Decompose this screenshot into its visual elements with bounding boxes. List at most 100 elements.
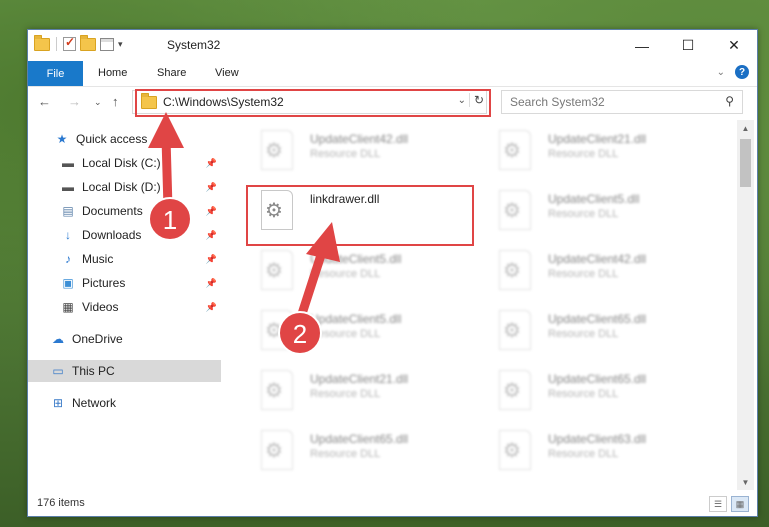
help-icon[interactable]: ? — [735, 65, 749, 79]
music-icon: ♪ — [65, 252, 71, 266]
details-view-icon[interactable]: ☰ — [709, 496, 727, 512]
file-type: Resource DLL — [310, 148, 381, 160]
search-icon: ⚲ — [725, 94, 734, 108]
file-name: UpdateClient21.dll — [548, 132, 647, 146]
file-name: UpdateClient65.dll — [548, 312, 647, 326]
sidebar-item-quick-access[interactable]: ★ Quick access — [28, 128, 221, 150]
ribbon: File Home Share View ⌄ ? — [28, 61, 757, 87]
file-name: UpdateClient5.dll — [310, 252, 402, 266]
dll-file-icon: ⚙ — [499, 430, 531, 470]
dll-file-icon: ⚙ — [261, 130, 293, 170]
list-item[interactable]: ⚙ UpdateClient63.dll Resource DLL — [485, 426, 715, 478]
tab-share[interactable]: Share — [157, 67, 186, 79]
sidebar-item-label: Downloads — [82, 228, 142, 242]
pin-icon[interactable]: 📌 — [206, 206, 217, 217]
vertical-scrollbar[interactable]: ▲ ▼ — [737, 120, 754, 490]
forward-arrow-icon[interactable]: → — [68, 94, 81, 109]
sidebar-item-onedrive[interactable]: ☁ OneDrive — [28, 328, 221, 350]
list-item[interactable]: ⚙ UpdateClient65.dll Resource DLL — [485, 306, 715, 358]
sidebar-item-local-disk-d[interactable]: ▬ Local Disk (D:) 📌 — [28, 176, 221, 198]
sidebar-item-this-pc[interactable]: ▭ This PC — [28, 360, 221, 382]
sidebar-item-downloads[interactable]: ↓ Downloads 📌 — [28, 224, 221, 246]
list-item[interactable]: ⚙ UpdateClient42.dll Resource DLL — [247, 126, 477, 178]
sidebar-item-music[interactable]: ♪ Music 📌 — [28, 248, 221, 270]
file-list: ⚙ UpdateClient42.dll Resource DLL ⚙ Upda… — [233, 126, 738, 486]
new-folder-icon[interactable] — [80, 34, 96, 51]
scroll-up-icon[interactable]: ▲ — [737, 120, 754, 136]
sidebar-item-label: Quick access — [76, 132, 148, 146]
dll-file-icon: ⚙ — [261, 430, 293, 470]
customize-dropdown-icon[interactable]: ▾ — [118, 39, 123, 50]
up-arrow-icon[interactable]: ↑ — [112, 94, 119, 109]
pin-icon[interactable]: 📌 — [206, 302, 217, 313]
pin-icon[interactable]: 📌 — [206, 182, 217, 193]
toolbar-divider — [56, 37, 57, 51]
network-icon: ⊞ — [52, 396, 64, 410]
scroll-down-icon[interactable]: ▼ — [737, 474, 754, 490]
item-count: 176 items — [37, 497, 85, 509]
file-type: Resource DLL — [548, 448, 619, 460]
list-item[interactable]: ⚙ UpdateClient65.dll Resource DLL — [247, 426, 477, 478]
pin-icon[interactable]: 📌 — [206, 158, 217, 169]
pin-icon[interactable]: 📌 — [206, 278, 217, 289]
quick-access-toolbar: ▾ — [34, 34, 123, 51]
search-input[interactable]: Search System32 ⚲ — [501, 90, 743, 114]
tab-home[interactable]: Home — [98, 67, 127, 79]
recent-locations-icon[interactable]: ⌄ — [94, 97, 102, 108]
minimize-button[interactable]: — — [619, 30, 665, 61]
list-item[interactable]: ⚙ UpdateClient21.dll Resource DLL — [247, 366, 477, 418]
dll-file-icon: ⚙ — [499, 130, 531, 170]
navigation-pane: ★ Quick access ▬ Local Disk (C:) 📌 ▬ Loc… — [28, 126, 221, 486]
file-highlight-box — [246, 185, 474, 246]
status-bar: 176 items ☰ ▦ — [28, 492, 757, 516]
ribbon-right-controls: ⌄ ? — [717, 65, 749, 79]
video-icon: ▦ — [62, 300, 74, 314]
pin-icon[interactable]: 📌 — [206, 230, 217, 241]
list-item[interactable]: ⚙ UpdateClient65.dll Resource DLL — [485, 366, 715, 418]
list-item[interactable]: ⚙ UpdateClient5.dll Resource DLL — [247, 306, 477, 358]
view-switcher: ☰ ▦ — [709, 496, 749, 512]
download-icon: ↓ — [65, 228, 71, 242]
dll-file-icon: ⚙ — [261, 310, 293, 350]
close-button[interactable]: ✕ — [711, 30, 757, 61]
file-name: UpdateClient42.dll — [310, 132, 409, 146]
window-controls: — ☐ ✕ — [619, 30, 757, 61]
documents-icon: ▤ — [62, 204, 74, 218]
scrollbar-thumb[interactable] — [740, 139, 751, 187]
file-type: Resource DLL — [548, 148, 619, 160]
cloud-icon: ☁ — [52, 332, 64, 346]
drive-icon: ▬ — [62, 156, 74, 170]
back-arrow-icon[interactable]: ← — [38, 94, 51, 109]
dll-file-icon: ⚙ — [499, 310, 531, 350]
search-placeholder: Search System32 — [510, 95, 605, 109]
tab-view[interactable]: View — [215, 67, 239, 79]
file-type: Resource DLL — [548, 328, 619, 340]
file-name: UpdateClient65.dll — [310, 432, 409, 446]
sidebar-item-network[interactable]: ⊞ Network — [28, 392, 221, 414]
drive-icon: ▬ — [62, 180, 74, 194]
sidebar-item-label: Local Disk (D:) — [82, 180, 161, 194]
window-title: System32 — [167, 38, 221, 52]
maximize-button[interactable]: ☐ — [665, 30, 711, 61]
tiles-view-icon[interactable]: ▦ — [731, 496, 749, 512]
list-item[interactable]: ⚙ UpdateClient5.dll Resource DLL — [485, 186, 715, 238]
file-type: Resource DLL — [310, 448, 381, 460]
file-type: Resource DLL — [548, 388, 619, 400]
properties-icon[interactable] — [100, 37, 114, 51]
sidebar-item-label: Videos — [82, 300, 119, 314]
sidebar-item-documents[interactable]: ▤ Documents 📌 — [28, 200, 221, 222]
expand-ribbon-icon[interactable]: ⌄ — [717, 67, 725, 78]
list-item[interactable]: ⚙ UpdateClient21.dll Resource DLL — [485, 126, 715, 178]
sidebar-item-label: Network — [72, 396, 117, 410]
dll-file-icon: ⚙ — [499, 250, 531, 290]
file-name: UpdateClient5.dll — [310, 312, 402, 326]
pin-icon[interactable]: 📌 — [206, 254, 217, 265]
sidebar-item-videos[interactable]: ▦ Videos 📌 — [28, 296, 221, 318]
list-item[interactable]: ⚙ UpdateClient42.dll Resource DLL — [485, 246, 715, 298]
sidebar-item-label: Music — [82, 252, 114, 266]
sidebar-item-pictures[interactable]: ▣ Pictures 📌 — [28, 272, 221, 294]
sidebar-item-local-disk-c[interactable]: ▬ Local Disk (C:) 📌 — [28, 152, 221, 174]
properties-check-icon[interactable] — [63, 35, 76, 51]
tab-file[interactable]: File — [28, 61, 83, 86]
list-item[interactable]: ⚙ UpdateClient5.dll Resource DLL — [247, 246, 477, 298]
